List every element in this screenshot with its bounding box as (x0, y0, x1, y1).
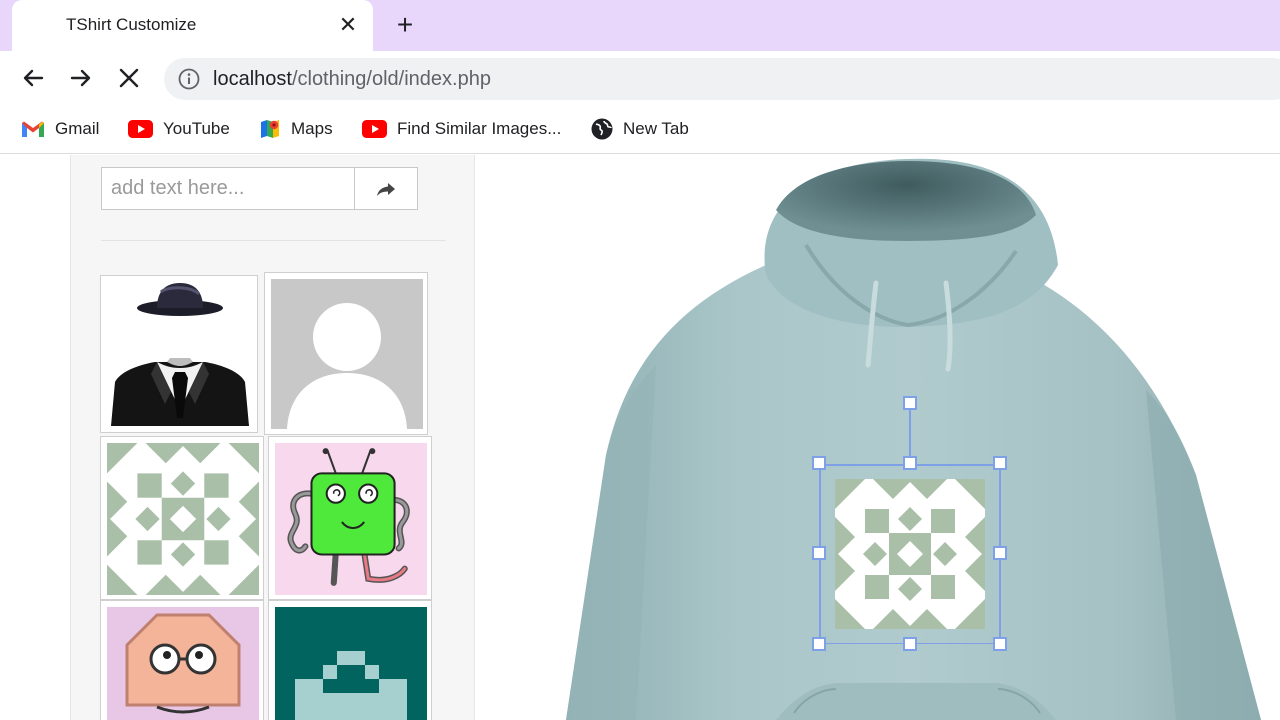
forward-button[interactable] (66, 63, 96, 93)
tab-title: TShirt Customize (66, 15, 197, 34)
placed-design[interactable] (819, 464, 1001, 644)
page-content (0, 155, 1280, 720)
bookmark-label: Gmail (55, 119, 100, 138)
rotate-handle[interactable] (903, 396, 917, 410)
stop-x-icon (119, 68, 139, 88)
close-tab-icon[interactable]: ✕ (337, 14, 359, 36)
gallery-item-teal-pixel[interactable] (268, 600, 432, 720)
add-text-input[interactable] (101, 167, 355, 210)
back-button[interactable] (18, 63, 48, 93)
resize-handle-e[interactable] (993, 546, 1007, 560)
maps-icon (261, 120, 279, 138)
gallery-item-gentleman[interactable] (100, 275, 258, 433)
bookmark-label: Find Similar Images... (397, 119, 562, 138)
bookmark-label: Maps (291, 119, 333, 138)
resize-handle-s[interactable] (903, 637, 917, 651)
url-path: /clothing/old/index.php (291, 68, 491, 90)
design-sidebar (70, 155, 475, 720)
tab-strip: TShirt Customize ✕ + (0, 0, 1280, 51)
bookmark-maps[interactable]: Maps (259, 115, 333, 143)
add-text-button[interactable] (354, 167, 418, 210)
sidebar-divider (101, 240, 446, 241)
bookmark-label: YouTube (163, 119, 230, 138)
bookmarks-bar: Gmail YouTube Maps Find Similar Images..… (0, 105, 1280, 154)
teal-pixel-pattern-image (275, 607, 427, 720)
green-quilt-pattern-image (107, 443, 259, 595)
forward-arrow-icon (70, 69, 91, 87)
stop-loading-button[interactable] (114, 63, 144, 93)
share-arrow-icon (377, 182, 395, 196)
default-avatar-image (271, 279, 423, 429)
youtube-icon (128, 120, 153, 138)
bookmark-gmail[interactable]: Gmail (21, 115, 99, 143)
globe-icon (591, 118, 613, 140)
bookmark-new-tab[interactable]: New Tab (591, 115, 689, 143)
resize-handle-sw[interactable] (812, 637, 826, 651)
gallery-item-default-avatar[interactable] (264, 272, 428, 435)
gallery-item-octagon-face[interactable] (100, 600, 264, 720)
product-canvas[interactable] (476, 155, 1280, 720)
tab-tshirt-customize[interactable]: TShirt Customize ✕ (12, 0, 373, 51)
octagon-face-image (107, 607, 259, 720)
resize-handle-w[interactable] (812, 546, 826, 560)
green-monster-image (275, 443, 427, 595)
site-info-icon[interactable] (177, 67, 201, 91)
gmail-icon (22, 121, 44, 137)
green-quilt-pattern-image (835, 479, 985, 629)
gentleman-suit-hat-image (111, 283, 249, 426)
bookmark-label: New Tab (623, 119, 689, 138)
browser-toolbar: localhost/clothing/old/index.php (0, 51, 1280, 105)
bookmark-find-similar-images[interactable]: Find Similar Images... (362, 115, 561, 143)
new-tab-icon[interactable]: + (391, 11, 419, 39)
bookmark-youtube[interactable]: YouTube (128, 115, 230, 143)
gallery-item-green-monster[interactable] (268, 436, 432, 600)
youtube-icon (362, 120, 387, 138)
url-text: localhost/clothing/old/index.php (213, 68, 491, 91)
address-bar[interactable]: localhost/clothing/old/index.php (164, 58, 1280, 100)
resize-handle-nw[interactable] (812, 456, 826, 470)
back-arrow-icon (23, 69, 44, 87)
resize-handle-ne[interactable] (993, 456, 1007, 470)
resize-handle-se[interactable] (993, 637, 1007, 651)
resize-handle-n[interactable] (903, 456, 917, 470)
gallery-item-green-quilt[interactable] (100, 436, 264, 600)
url-host: localhost (213, 68, 292, 90)
